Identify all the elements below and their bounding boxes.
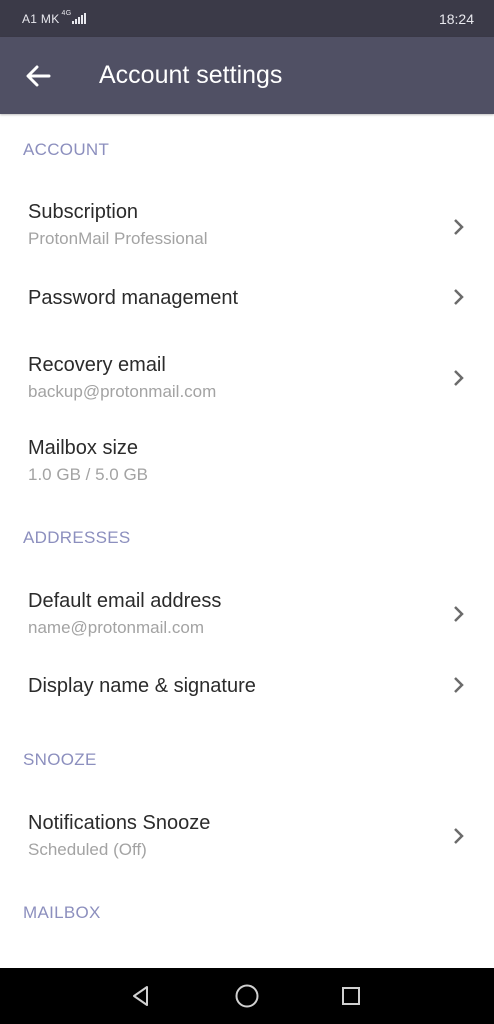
recovery-email-title: Recovery email xyxy=(28,354,166,376)
default-email-address-title: Default email address xyxy=(28,590,222,612)
mailbox-size-value: 1.0 GB / 5.0 GB xyxy=(28,465,149,484)
nav-home-button[interactable] xyxy=(227,976,267,1016)
mailbox-size-item: Mailbox size 1.0 GB / 5.0 GB xyxy=(0,436,494,494)
chevron-right-icon xyxy=(454,828,464,844)
system-nav-bar xyxy=(0,968,494,1024)
back-button[interactable] xyxy=(16,54,60,98)
circle-home-icon xyxy=(235,984,259,1008)
section-header-addresses: ADDRESSES xyxy=(23,528,131,547)
section-header-mailbox: MAILBOX xyxy=(23,903,101,922)
recovery-email-item[interactable]: Recovery email backup@protonmail.com xyxy=(0,353,494,411)
recovery-email-subtitle: backup@protonmail.com xyxy=(28,382,217,401)
carrier-info: A1 MK 4G xyxy=(22,10,87,26)
chevron-right-icon xyxy=(454,677,464,693)
settings-list: ACCOUNT Subscription ProtonMail Professi… xyxy=(0,114,494,968)
subscription-item[interactable]: Subscription ProtonMail Professional xyxy=(0,200,494,258)
password-management-item[interactable]: Password management xyxy=(0,286,494,316)
subscription-subtitle: ProtonMail Professional xyxy=(28,229,208,248)
page-title: Account settings xyxy=(99,61,283,89)
chevron-right-icon xyxy=(454,289,464,305)
notifications-snooze-title: Notifications Snooze xyxy=(28,812,211,834)
notifications-snooze-subtitle: Scheduled (Off) xyxy=(28,840,147,859)
display-name-signature-item[interactable]: Display name & signature xyxy=(0,674,494,704)
subscription-title: Subscription xyxy=(28,201,139,223)
notifications-snooze-item[interactable]: Notifications Snooze Scheduled (Off) xyxy=(0,811,494,869)
app-bar: Account settings xyxy=(0,37,494,114)
network-type: 4G xyxy=(61,10,72,17)
chevron-right-icon xyxy=(454,219,464,235)
chevron-right-icon xyxy=(454,370,464,386)
display-name-signature-title: Display name & signature xyxy=(28,675,256,697)
arrow-left-icon xyxy=(26,65,51,86)
password-management-title: Password management xyxy=(28,287,239,309)
mailbox-size-title: Mailbox size xyxy=(28,437,139,459)
status-bar: A1 MK 4G 18:24 xyxy=(0,0,494,37)
carrier-name: A1 MK xyxy=(22,11,60,26)
triangle-back-icon xyxy=(133,986,148,1006)
nav-back-button[interactable] xyxy=(121,976,161,1016)
chevron-right-icon xyxy=(454,606,464,622)
default-email-address-subtitle: name@protonmail.com xyxy=(28,618,204,637)
square-recents-icon xyxy=(342,987,360,1005)
section-header-snooze: SNOOZE xyxy=(23,750,97,769)
default-email-address-item[interactable]: Default email address name@protonmail.co… xyxy=(0,589,494,647)
status-time: 18:24 xyxy=(438,10,474,27)
nav-recents-button[interactable] xyxy=(331,976,371,1016)
section-header-account: ACCOUNT xyxy=(23,140,110,159)
signal-icon xyxy=(72,13,87,24)
